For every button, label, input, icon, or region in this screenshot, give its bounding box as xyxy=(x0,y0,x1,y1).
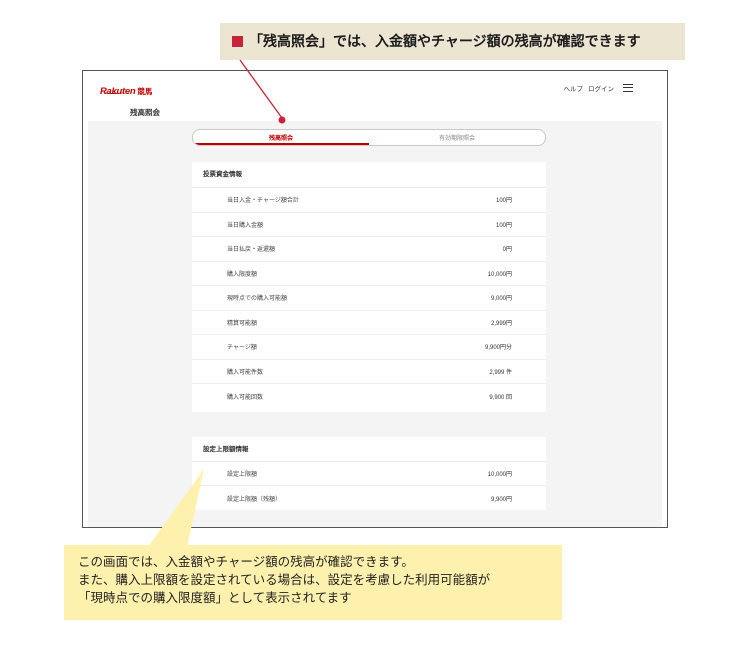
row-label: 設定上限額（残額） xyxy=(227,496,282,503)
row-purchasable-count: 購入可能件数 2,999 件 xyxy=(192,360,546,384)
row-set-limit-remaining: 設定上限額（残額） 9,900円 xyxy=(192,486,546,510)
note-line: また、購入上限額を設定されている場合は、設定を考慮した利用可能額が xyxy=(78,573,491,587)
note-line: この画面では、入金額やチャージ額の残高が確認できます。 xyxy=(78,555,414,569)
content-area: 残高照会 有効期限照会 投票資金情報 当日入金・チャージ額合計 100円 当日購… xyxy=(88,121,662,527)
limit-settings-card: 設定上限額情報 設定上限額 10,000円 設定上限額（残額） 9,900円 xyxy=(192,437,546,510)
header-nav: ヘルプ ログイン xyxy=(564,83,633,93)
row-daily-deposit-charge-total: 当日入金・チャージ額合計 100円 xyxy=(192,188,546,213)
row-label: 当日入金・チャージ額合計 xyxy=(227,198,299,205)
row-value: 2,999円 xyxy=(490,320,512,327)
row-label: 購入可能回数 xyxy=(227,394,264,401)
row-charge-amount: チャージ額 9,900円分 xyxy=(192,335,546,360)
tab-label: 有効期限照会 xyxy=(438,136,475,142)
row-label: 精算可能額 xyxy=(227,320,258,327)
row-value: 9,900円分 xyxy=(484,345,512,352)
row-value: 100円 xyxy=(495,198,512,205)
row-purchasable-times: 購入可能回数 9,900 回 xyxy=(192,384,546,409)
row-value: 10,000円 xyxy=(487,472,512,478)
row-label: チャージ額 xyxy=(227,345,257,352)
row-label: 当日払戻・返還額 xyxy=(227,247,276,254)
red-square-marker-icon xyxy=(232,36,243,47)
section-title: 投票資金情報 xyxy=(192,162,546,188)
screenshot-frame: Rakuten 競馬 ヘルプ ログイン 残高照会 残高照会 有効期限照会 投票資金… xyxy=(82,70,668,528)
tab-expiry-inquiry[interactable]: 有効期限照会 xyxy=(369,130,545,145)
hamburger-icon[interactable] xyxy=(623,83,633,92)
login-link[interactable]: ログイン xyxy=(588,83,614,93)
row-settleable-amount: 精算可能額 2,999円 xyxy=(192,311,546,335)
hamburger-line xyxy=(623,83,633,85)
row-value: 9,900円 xyxy=(490,496,512,503)
note-line: 「現時点での購入限度額」として表示されてます xyxy=(78,591,352,605)
row-value: 0円 xyxy=(502,247,512,254)
callout-text: 「残高照会」では、入金額やチャージ額の残高が確認できます xyxy=(249,33,641,49)
row-daily-purchase-amount: 当日購入金額 100円 xyxy=(192,213,546,237)
page-title: 残高照会 xyxy=(130,108,160,117)
logo-service-text: 競馬 xyxy=(137,87,153,96)
top-callout: 「残高照会」では、入金額やチャージ額の残高が確認できます xyxy=(220,23,685,60)
explanation-note: この画面では、入金額やチャージ額の残高が確認できます。 また、購入上限額を設定さ… xyxy=(64,545,562,620)
section-title: 設定上限額情報 xyxy=(192,437,546,462)
logo-swoosh-icon xyxy=(103,91,123,94)
row-value: 9,000円 xyxy=(490,296,512,303)
hamburger-line xyxy=(623,90,633,92)
betting-funds-card: 投票資金情報 当日入金・チャージ額合計 100円 当日購入金額 100円 当日払… xyxy=(192,162,546,412)
row-daily-payout-refund: 当日払戻・返還額 0円 xyxy=(192,237,546,262)
row-label: 購入可能件数 xyxy=(227,369,264,376)
row-value: 100円 xyxy=(495,222,512,229)
tab-label: 残高照会 xyxy=(268,136,293,142)
row-label: 当日購入金額 xyxy=(227,222,264,229)
row-value: 2,999 件 xyxy=(489,369,512,376)
row-value: 9,900 回 xyxy=(489,394,512,401)
tab-bar: 残高照会 有効期限照会 xyxy=(192,129,546,146)
row-set-limit: 設定上限額 10,000円 xyxy=(192,462,546,486)
row-label: 設定上限額 xyxy=(227,472,258,478)
row-current-purchasable-amount: 現時点での購入可能額 9,000円 xyxy=(192,286,546,311)
help-link[interactable]: ヘルプ xyxy=(564,83,584,93)
row-value: 10,000円 xyxy=(487,271,512,278)
row-label: 現時点での購入可能額 xyxy=(227,296,288,303)
row-label: 購入限度額 xyxy=(227,271,258,278)
row-purchase-limit: 購入限度額 10,000円 xyxy=(192,262,546,286)
rakuten-keiba-logo[interactable]: Rakuten 競馬 xyxy=(100,81,153,97)
hamburger-line xyxy=(623,87,633,88)
tab-balance-inquiry[interactable]: 残高照会 xyxy=(193,130,369,145)
